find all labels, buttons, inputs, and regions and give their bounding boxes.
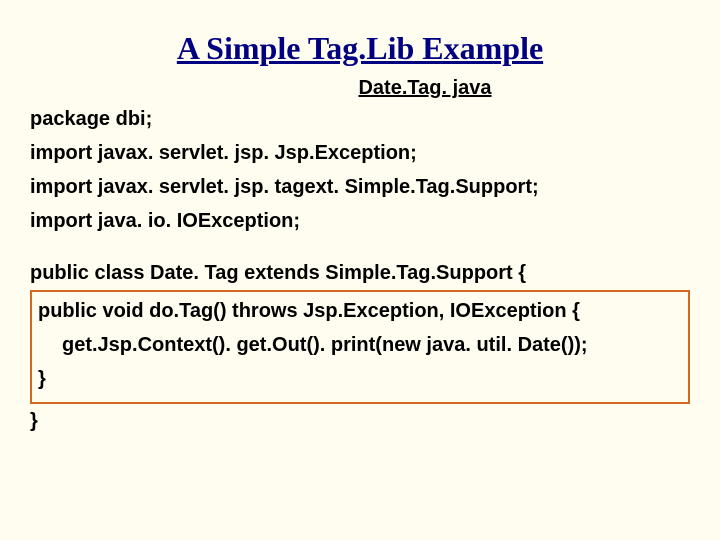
code-line: import java. io. IOException; [30, 204, 690, 238]
slide: A Simple Tag.Lib Example Date.Tag. java … [0, 0, 720, 458]
highlight-box: public void do.Tag() throws Jsp.Exceptio… [30, 290, 690, 404]
slide-subtitle: Date.Tag. java [160, 77, 690, 100]
code-line: public class Date. Tag extends Simple.Ta… [30, 256, 690, 290]
spacer [30, 238, 690, 256]
code-line: import javax. servlet. jsp. tagext. Simp… [30, 170, 690, 204]
code-block: package dbi; import javax. servlet. jsp.… [30, 102, 690, 438]
slide-title: A Simple Tag.Lib Example [30, 30, 690, 67]
code-line: get.Jsp.Context(). get.Out(). print(new … [38, 328, 682, 362]
code-line: public void do.Tag() throws Jsp.Exceptio… [38, 294, 682, 328]
code-line: } [38, 362, 682, 396]
code-line: import javax. servlet. jsp. Jsp.Exceptio… [30, 136, 690, 170]
code-line: } [30, 404, 690, 438]
code-line: package dbi; [30, 102, 690, 136]
